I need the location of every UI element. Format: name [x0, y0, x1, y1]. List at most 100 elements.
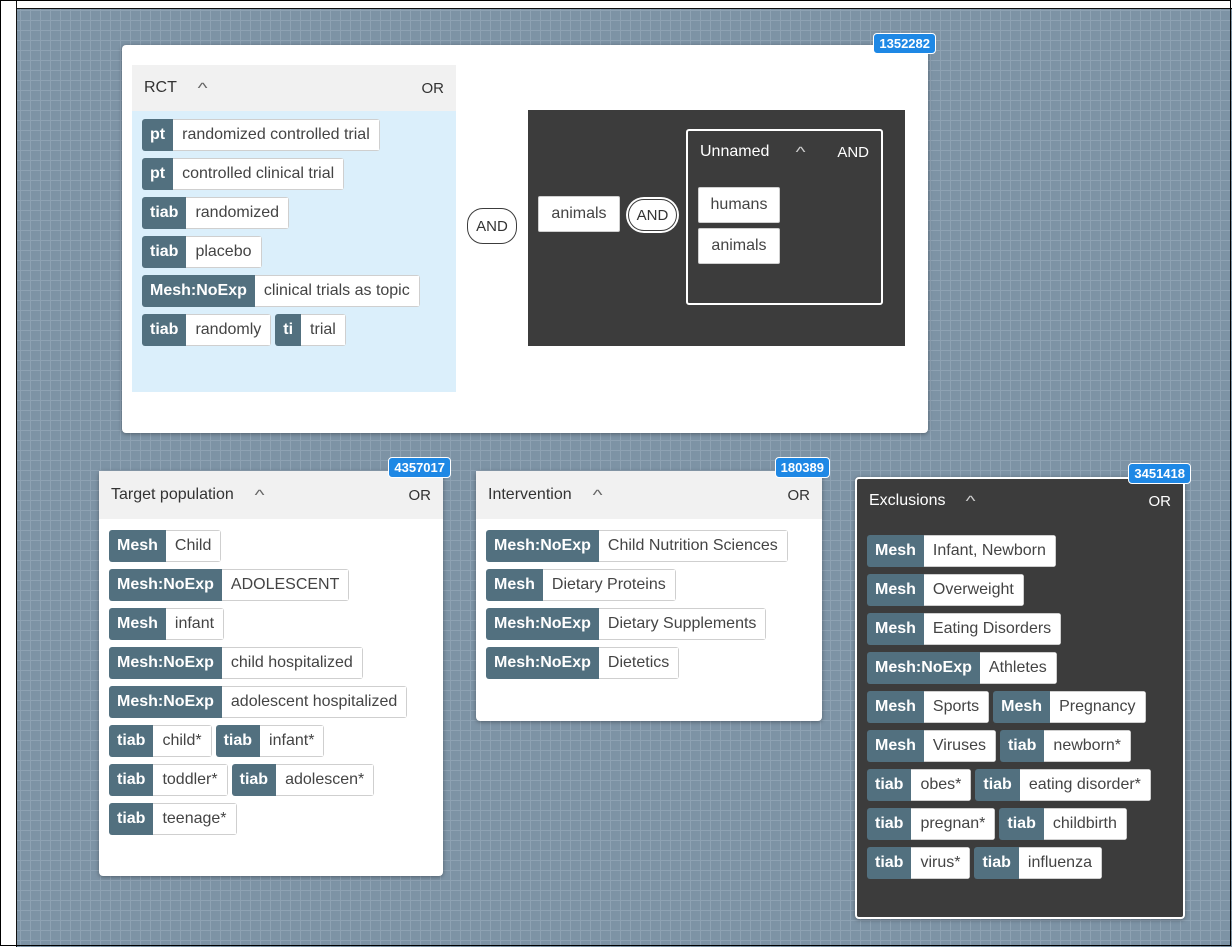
- term-value[interactable]: randomized controlled trial: [173, 119, 380, 151]
- and-connector[interactable]: AND: [628, 199, 677, 231]
- search-term[interactable]: Mesh:NoExp clinical trials as topic: [142, 275, 420, 307]
- term-value[interactable]: randomly: [186, 314, 272, 346]
- search-term[interactable]: Mesh Dietary Proteins: [486, 569, 676, 601]
- search-term[interactable]: pt randomized controlled trial: [142, 119, 380, 151]
- field-tag[interactable]: pt: [142, 158, 174, 190]
- field-tag[interactable]: tiab: [142, 197, 187, 229]
- search-term[interactable]: Mesh Infant, Newborn: [867, 535, 1056, 567]
- field-tag[interactable]: tiab: [109, 803, 154, 835]
- rct-group[interactable]: RCT ^ OR pt randomized controlled trial pt…: [132, 65, 456, 392]
- field-tag[interactable]: Mesh:NoExp: [486, 608, 599, 640]
- term-value[interactable]: Eating Disorders: [923, 613, 1062, 645]
- field-tag[interactable]: Mesh: [109, 608, 166, 640]
- term-animals[interactable]: animals: [538, 196, 620, 232]
- search-term[interactable]: tiab randomized: [142, 197, 290, 229]
- term-value[interactable]: Athletes: [979, 652, 1057, 684]
- field-tag[interactable]: Mesh:NoExp: [109, 686, 222, 718]
- term-value[interactable]: adolescen*: [276, 764, 375, 796]
- field-tag[interactable]: tiab: [999, 730, 1045, 762]
- search-term[interactable]: tiab adolescen*: [231, 764, 375, 796]
- search-term[interactable]: tiab randomly: [142, 314, 272, 346]
- field-tag[interactable]: Mesh:NoExp: [486, 530, 599, 562]
- search-term[interactable]: tiab influenza: [974, 847, 1102, 879]
- field-tag[interactable]: tiab: [109, 764, 154, 796]
- field-tag[interactable]: tiab: [974, 847, 1019, 879]
- field-tag[interactable]: Mesh:NoExp: [867, 652, 980, 684]
- term-value[interactable]: placebo: [186, 236, 262, 268]
- search-term[interactable]: Mesh Pregnancy: [993, 691, 1146, 723]
- term-value[interactable]: infant*: [260, 725, 325, 757]
- chevron-up-icon[interactable]: ^: [966, 493, 976, 510]
- term-value[interactable]: Dietary Supplements: [598, 608, 767, 640]
- group-title[interactable]: Intervention: [488, 486, 572, 504]
- term-value[interactable]: Pregnancy: [1050, 691, 1146, 723]
- term-value[interactable]: Overweight: [923, 574, 1024, 606]
- term-value[interactable]: newborn*: [1044, 730, 1132, 762]
- field-tag[interactable]: tiab: [999, 808, 1044, 840]
- search-term[interactable]: tiab newborn*: [999, 730, 1132, 762]
- search-term[interactable]: tiab teenage*: [109, 803, 237, 835]
- group-operator[interactable]: OR: [409, 487, 432, 504]
- group-operator[interactable]: AND: [837, 144, 869, 161]
- group-operator[interactable]: OR: [422, 80, 445, 97]
- field-tag[interactable]: Mesh: [993, 691, 1051, 723]
- term-value[interactable]: infant: [165, 608, 225, 640]
- chevron-up-icon[interactable]: ^: [796, 144, 806, 161]
- term-value[interactable]: teenage*: [153, 803, 237, 835]
- search-term[interactable]: tiab placebo: [142, 236, 262, 268]
- term-value[interactable]: obes*: [911, 769, 972, 801]
- term-value[interactable]: clinical trials as topic: [254, 275, 420, 307]
- field-tag[interactable]: Mesh: [867, 691, 924, 723]
- search-term[interactable]: tiab eating disorder*: [975, 769, 1151, 801]
- field-tag[interactable]: Mesh:NoExp: [109, 647, 222, 679]
- search-term[interactable]: Mesh:NoExp Child Nutrition Sciences: [486, 530, 788, 562]
- search-term[interactable]: tiab infant*: [215, 725, 325, 757]
- search-term[interactable]: tiab toddler*: [109, 764, 228, 796]
- field-tag[interactable]: tiab: [867, 808, 912, 840]
- term-value[interactable]: trial: [301, 314, 346, 346]
- field-tag[interactable]: tiab: [867, 769, 912, 801]
- group-title[interactable]: Target population: [111, 486, 234, 504]
- exclusions-card[interactable]: 3451418 Exclusions ^ OR Mesh Infant, Newb…: [855, 463, 1191, 919]
- field-tag[interactable]: tiab: [142, 236, 187, 268]
- search-term[interactable]: Mesh:NoExp ADOLESCENT: [109, 569, 350, 601]
- group-operator[interactable]: OR: [1149, 493, 1172, 510]
- group-title[interactable]: Unnamed: [700, 143, 769, 161]
- term-value[interactable]: influenza: [1018, 847, 1102, 879]
- field-tag[interactable]: Mesh: [486, 569, 543, 601]
- field-tag[interactable]: Mesh:NoExp: [142, 275, 255, 307]
- term-value[interactable]: Sports: [923, 691, 990, 723]
- group-operator[interactable]: OR: [788, 487, 811, 504]
- search-term[interactable]: Mesh Sports: [867, 691, 990, 723]
- search-term[interactable]: pt controlled clinical trial: [142, 158, 345, 190]
- rct-query-card[interactable]: 1352282 RCT ^ OR pt randomized controlled…: [122, 33, 936, 433]
- search-term[interactable]: tiab child*: [109, 725, 212, 757]
- term-value[interactable]: Child: [165, 530, 222, 562]
- field-tag[interactable]: Mesh: [867, 613, 924, 645]
- search-term[interactable]: Mesh Overweight: [867, 574, 1024, 606]
- chevron-up-icon[interactable]: ^: [592, 487, 602, 504]
- chevron-up-icon[interactable]: ^: [197, 80, 207, 97]
- search-term[interactable]: Mesh:NoExp Athletes: [867, 652, 1057, 684]
- field-tag[interactable]: Mesh: [867, 574, 924, 606]
- chevron-up-icon[interactable]: ^: [254, 487, 264, 504]
- field-tag[interactable]: Mesh: [109, 530, 166, 562]
- search-term[interactable]: Mesh:NoExp Dietetics: [486, 647, 680, 679]
- field-tag[interactable]: Mesh: [867, 730, 924, 762]
- search-term[interactable]: tiab pregnan*: [867, 808, 996, 840]
- term-value[interactable]: pregnan*: [911, 808, 996, 840]
- field-tag[interactable]: pt: [142, 119, 174, 151]
- search-term[interactable]: tiab virus*: [867, 847, 971, 879]
- search-term[interactable]: Mesh Child: [109, 530, 222, 562]
- search-term[interactable]: Mesh:NoExp adolescent hospitalized: [109, 686, 408, 718]
- field-tag[interactable]: tiab: [231, 764, 277, 796]
- search-term[interactable]: tiab childbirth: [999, 808, 1127, 840]
- field-tag[interactable]: tiab: [867, 847, 912, 879]
- term-value[interactable]: Infant, Newborn: [923, 535, 1056, 567]
- field-tag[interactable]: tiab: [142, 314, 187, 346]
- term-humans[interactable]: humans: [698, 187, 780, 223]
- search-term[interactable]: ti trial: [275, 314, 346, 346]
- target-population-card[interactable]: 4357017 Target population ^ OR Mesh Child…: [99, 457, 451, 876]
- field-tag[interactable]: Mesh:NoExp: [109, 569, 222, 601]
- term-animals[interactable]: animals: [698, 228, 780, 264]
